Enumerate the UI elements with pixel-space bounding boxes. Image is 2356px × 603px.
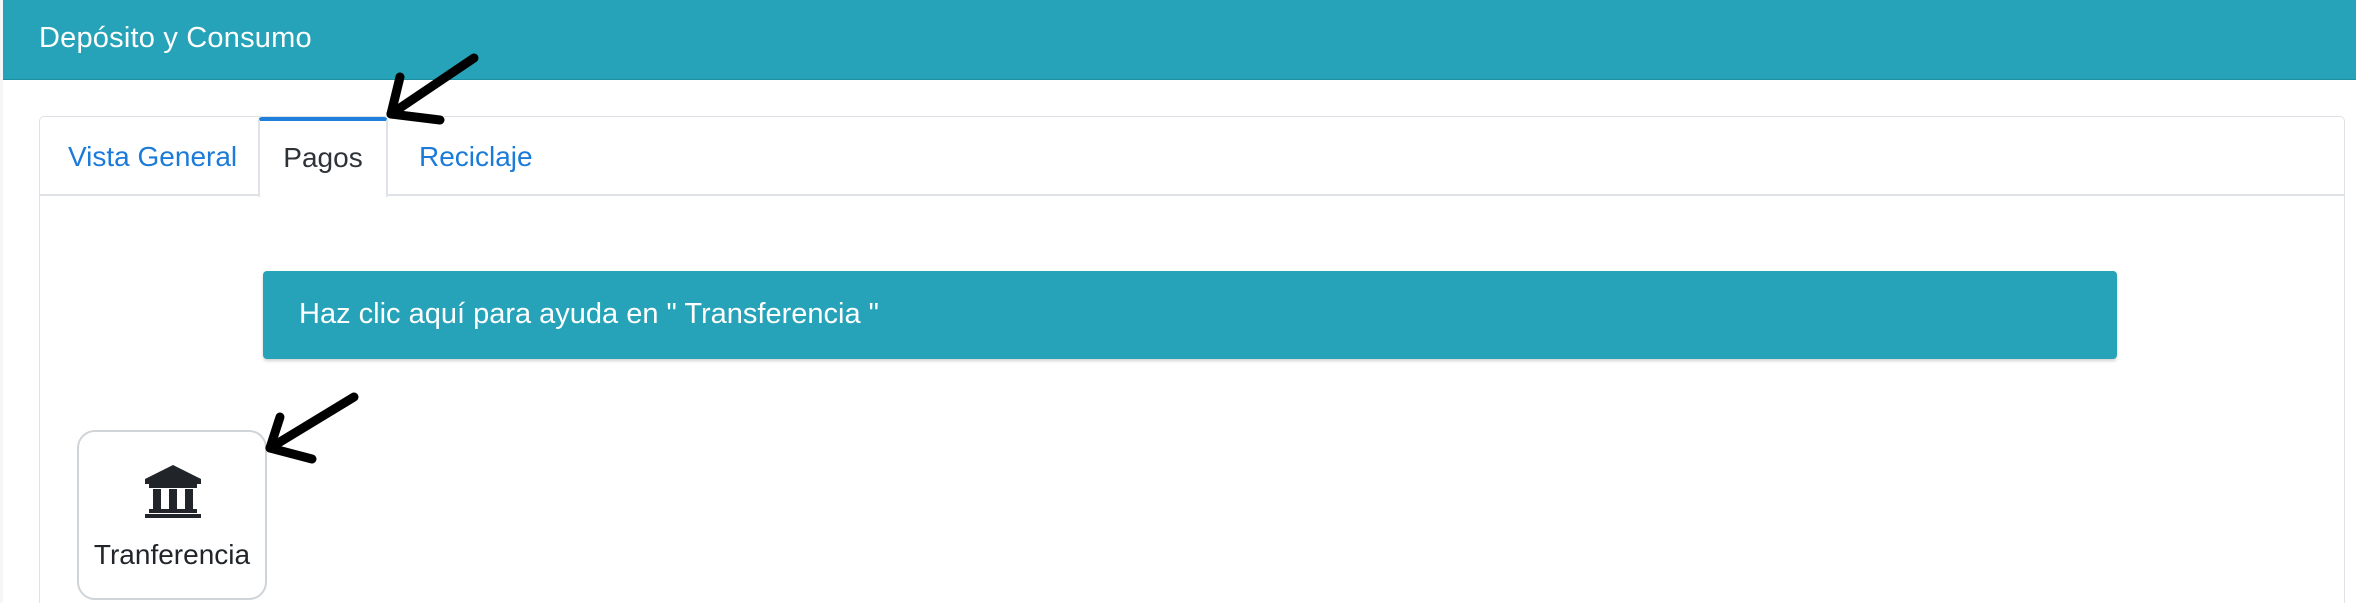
tab-pagos[interactable]: Pagos xyxy=(258,117,388,197)
page-header: Depósito y Consumo xyxy=(3,0,2356,80)
transfer-help-text: Haz clic aquí para ayuda en " Transferen… xyxy=(299,298,879,330)
main-content: Vista General Pagos Reciclaje Haz clic a… xyxy=(3,80,2356,603)
page: Depósito y Consumo Vista General Pagos R… xyxy=(0,0,2356,603)
tab-strip: Vista General Pagos Reciclaje xyxy=(40,117,2344,197)
tab-vista-general[interactable]: Vista General xyxy=(68,117,237,197)
payment-method-transferencia[interactable]: Tranferencia xyxy=(77,430,267,600)
tabbed-card: Vista General Pagos Reciclaje Haz clic a… xyxy=(39,116,2345,603)
bank-icon xyxy=(145,465,201,518)
transfer-help-banner[interactable]: Haz clic aquí para ayuda en " Transferen… xyxy=(263,271,2117,359)
annotation-arrow-icon xyxy=(265,392,359,464)
payment-method-label: Tranferencia xyxy=(93,539,251,570)
page-title: Depósito y Consumo xyxy=(39,22,312,54)
annotation-arrow-icon xyxy=(386,53,479,125)
